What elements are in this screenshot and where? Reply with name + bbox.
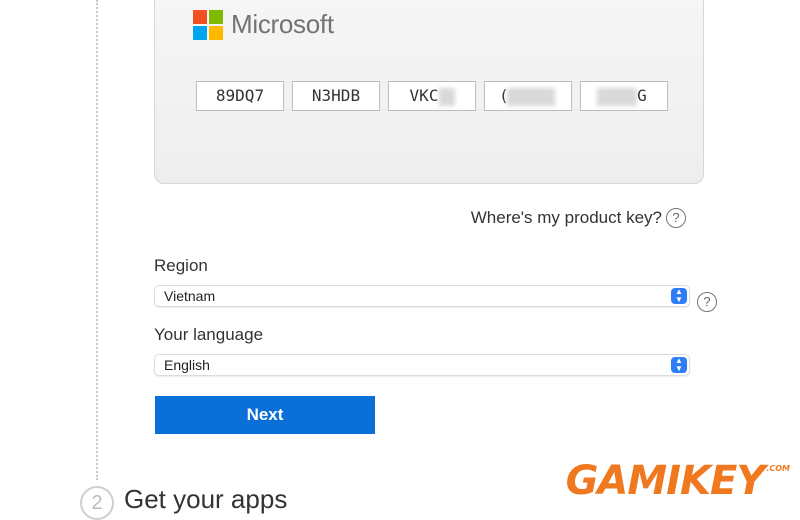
product-key-card: Microsoft 89DQ7 N3HDB VKC ( G: [154, 0, 704, 184]
redaction-blur: [439, 88, 455, 106]
question-circle-icon[interactable]: ?: [666, 208, 686, 228]
microsoft-logo: Microsoft: [193, 9, 334, 40]
product-key-segment-1[interactable]: 89DQ7: [196, 81, 284, 111]
product-key-segment-5[interactable]: G: [580, 81, 668, 111]
microsoft-wordmark: Microsoft: [231, 9, 334, 39]
product-key-segment-4[interactable]: (: [484, 81, 572, 111]
step-connector-line: [96, 0, 98, 480]
question-circle-icon[interactable]: ?: [697, 292, 717, 312]
product-key-segment-3[interactable]: VKC: [388, 81, 476, 111]
next-button[interactable]: Next: [155, 396, 375, 434]
step-number-badge: 2: [80, 486, 114, 520]
select-arrows-icon: ▲ ▼: [671, 288, 687, 304]
product-key-fields: 89DQ7 N3HDB VKC ( G: [196, 81, 668, 111]
language-select[interactable]: English ▲ ▼: [154, 354, 690, 376]
select-arrows-icon: ▲ ▼: [671, 357, 687, 373]
product-key-help-link[interactable]: Where's my product key? ?: [471, 208, 686, 228]
region-select[interactable]: Vietnam ▲ ▼: [154, 285, 690, 307]
region-label: Region: [154, 256, 208, 275]
microsoft-logo-icon: [193, 9, 223, 40]
redaction-blur: [507, 88, 555, 106]
gamikey-watermark: GAMIKEY .COM: [565, 458, 790, 504]
redaction-blur: [597, 88, 637, 106]
language-label: Your language: [154, 325, 264, 344]
product-key-segment-2[interactable]: N3HDB: [292, 81, 380, 111]
